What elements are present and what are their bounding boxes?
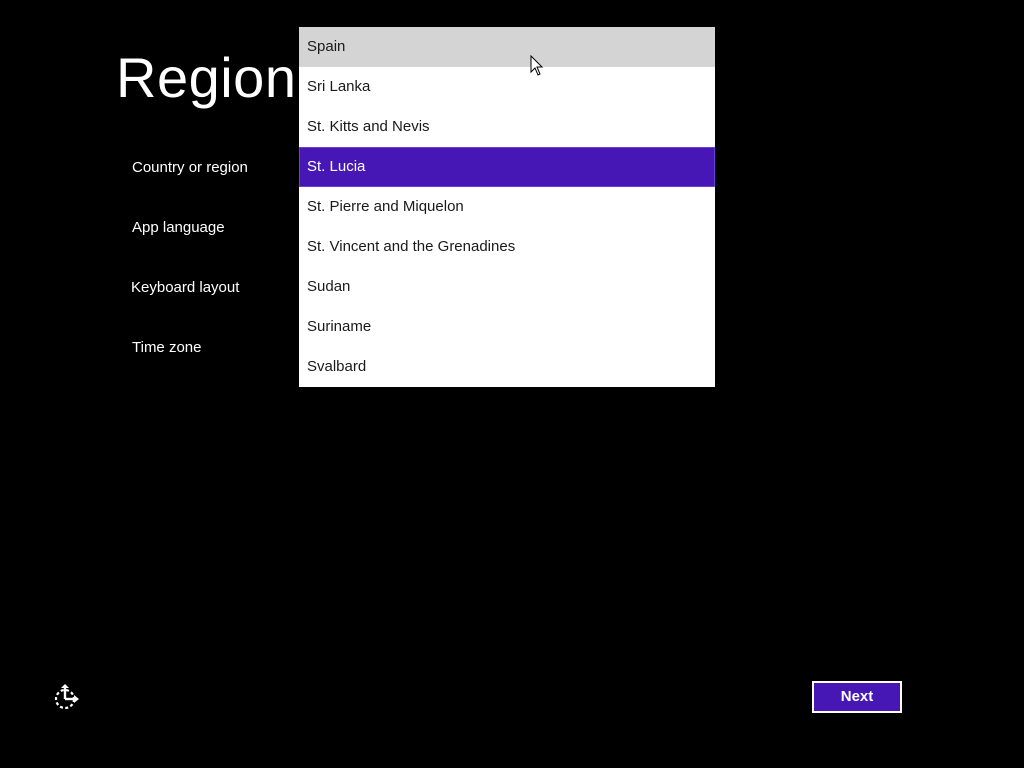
dropdown-option[interactable]: St. Pierre and Miquelon (299, 187, 715, 227)
setup-screen: Region Country or region App language Ke… (0, 0, 1024, 768)
country-dropdown-list[interactable]: Spain Sri Lanka St. Kitts and Nevis St. … (299, 27, 715, 387)
dropdown-option[interactable]: St. Vincent and the Grenadines (299, 227, 715, 267)
dropdown-option[interactable]: Sudan (299, 267, 715, 307)
dropdown-option[interactable]: St. Kitts and Nevis (299, 107, 715, 147)
country-or-region-label: Country or region (132, 159, 248, 176)
page-title: Region (116, 46, 297, 109)
app-language-label: App language (132, 219, 225, 236)
dropdown-option[interactable]: Svalbard (299, 347, 715, 387)
ease-of-access-icon[interactable] (52, 684, 80, 712)
dropdown-option[interactable]: Suriname (299, 307, 715, 347)
dropdown-option[interactable]: Spain (299, 27, 715, 67)
dropdown-option-selected[interactable]: St. Lucia (299, 147, 715, 187)
next-button[interactable]: Next (812, 681, 902, 713)
mouse-cursor-icon (530, 54, 544, 77)
time-zone-label: Time zone (132, 339, 202, 356)
dropdown-option[interactable]: Sri Lanka (299, 67, 715, 107)
keyboard-layout-label: Keyboard layout (131, 279, 240, 296)
